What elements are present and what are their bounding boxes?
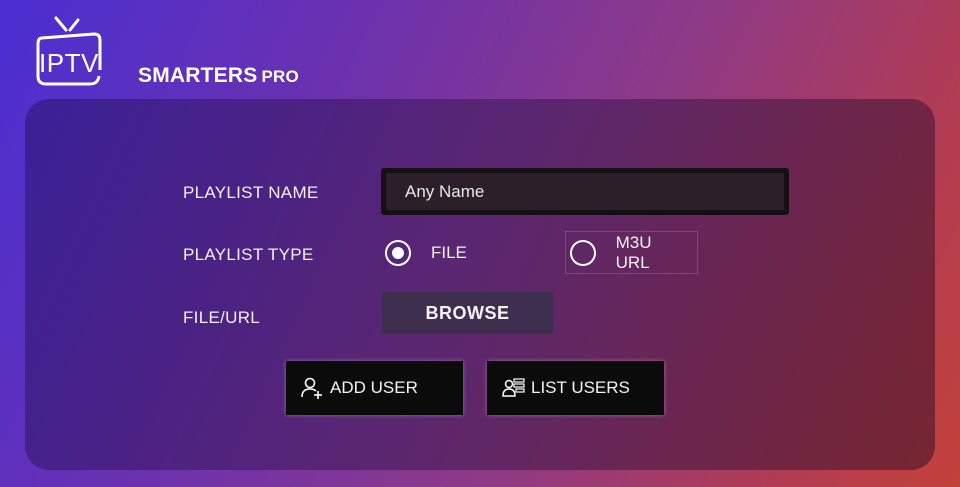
logo-smarters-text: SMARTERS [138,64,258,87]
radio-m3u-label: M3U URL [615,232,652,272]
tv-icon: IPTV [36,16,102,86]
playlist-name-input[interactable]: Any Name [381,168,789,215]
playlist-type-label: PLAYLIST TYPE [183,245,314,264]
radio-m3u-url[interactable]: M3U URL [565,231,698,274]
app-logo: IPTV SMARTERS PRO [36,16,299,87]
browse-button[interactable]: BROWSE [382,292,553,334]
playlist-form-panel [25,99,935,470]
add-user-button[interactable]: ADD USER [286,361,463,415]
radio-checked-icon [385,240,411,266]
list-users-icon [501,375,527,401]
add-user-label: ADD USER [330,378,418,397]
logo-brand-text: SMARTERS PRO [138,64,299,88]
logo-pro-text: PRO [261,67,299,86]
radio-file-label: FILE [431,243,467,262]
logo-iptv-text: IPTV [39,48,99,78]
radio-unchecked-icon [570,239,596,266]
radio-file[interactable]: FILE [385,240,467,266]
list-users-button[interactable]: LIST USERS [487,361,664,415]
file-url-label: FILE/URL [183,308,261,327]
list-users-label: LIST USERS [531,378,630,397]
playlist-name-label: PLAYLIST NAME [183,183,319,202]
add-user-icon [300,375,326,401]
